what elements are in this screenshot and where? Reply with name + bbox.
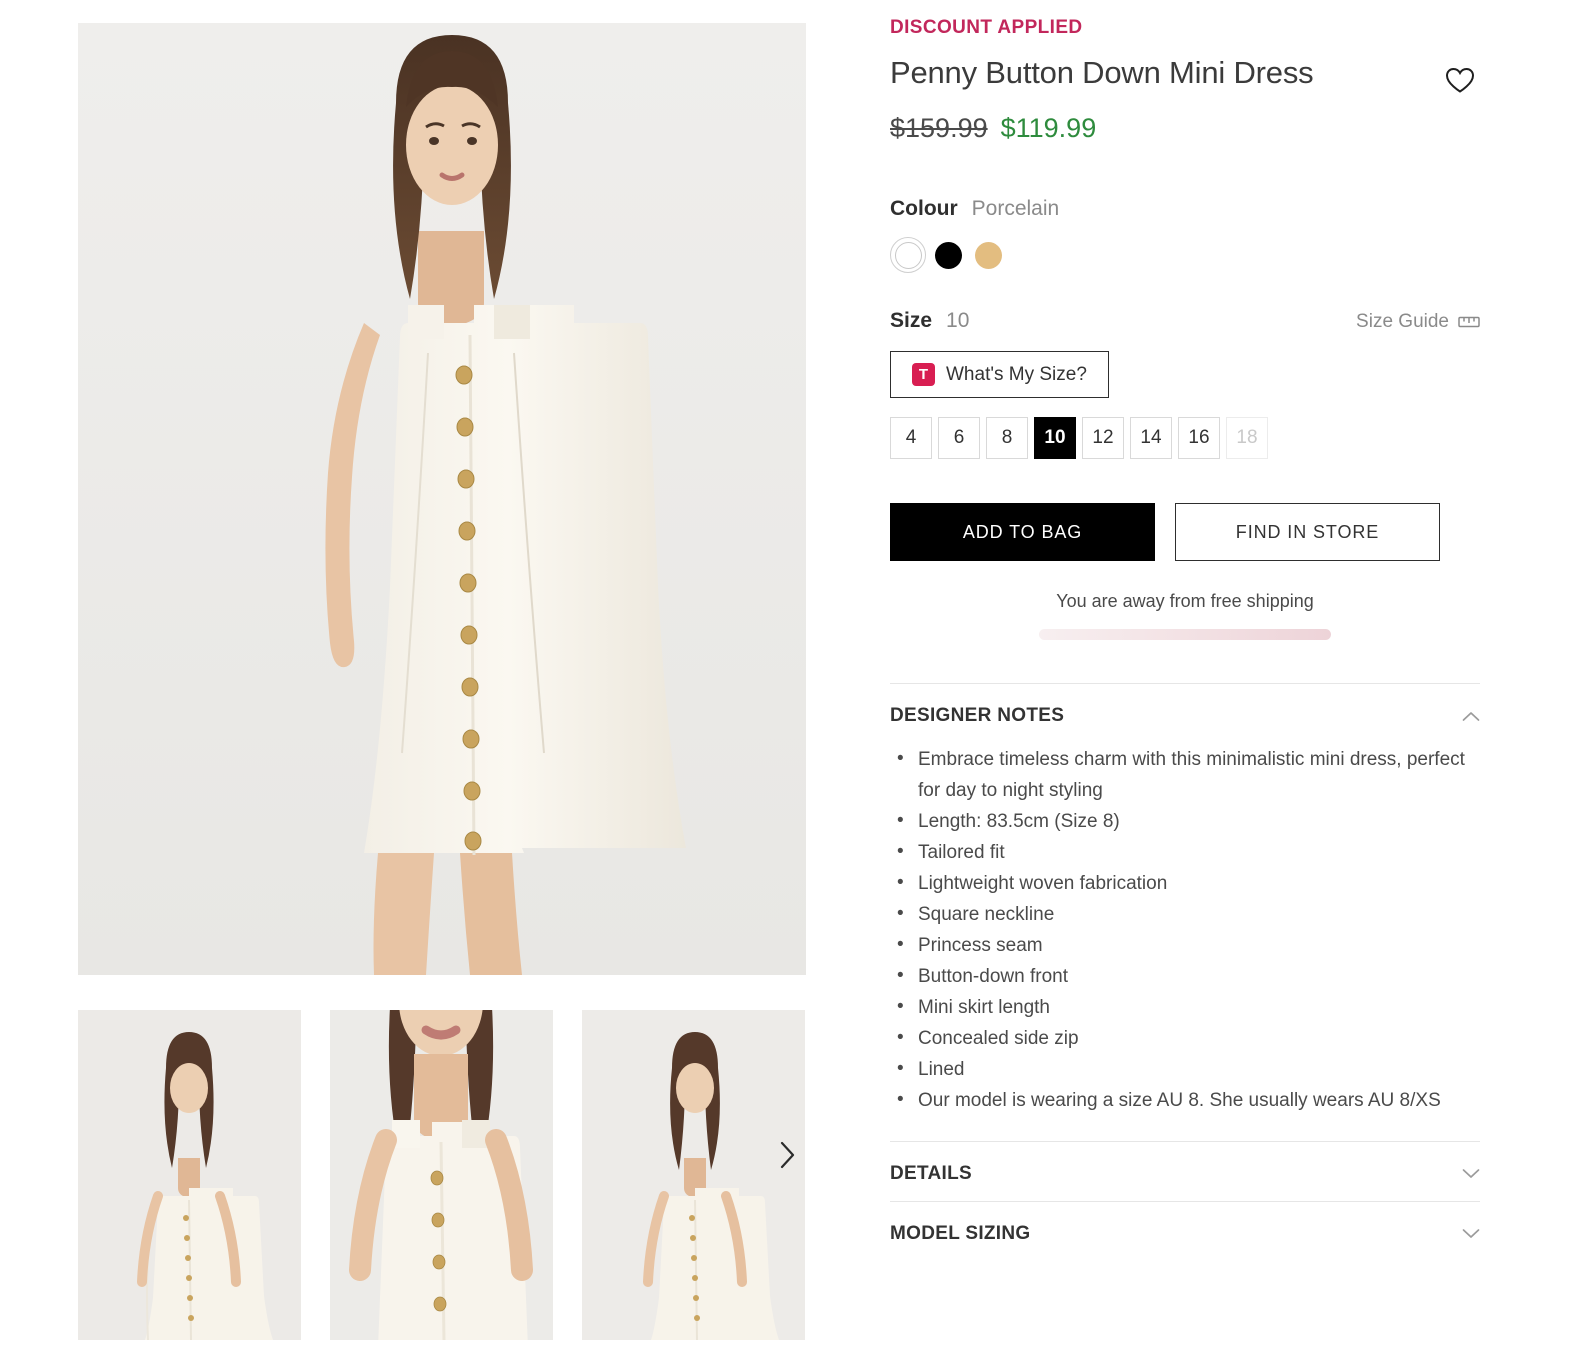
size-label: Size [890, 309, 933, 332]
thumbnail-3[interactable] [582, 1010, 805, 1340]
chevron-down-icon [1462, 1168, 1480, 1179]
colour-swatch-list [890, 237, 1480, 273]
list-item: Lightweight woven fabrication [892, 868, 1480, 900]
list-item: Square neckline [892, 899, 1480, 931]
list-item: Tailored fit [892, 837, 1480, 869]
list-item: Mini skirt length [892, 992, 1480, 1024]
thumbnail-1-image [78, 1010, 301, 1340]
wishlist-button[interactable] [1440, 60, 1480, 100]
add-to-bag-button[interactable]: ADD TO BAG [890, 503, 1155, 561]
thumbnail-2-image [330, 1010, 553, 1340]
thumbnail-2[interactable] [330, 1010, 553, 1340]
size-option-4[interactable]: 4 [890, 417, 932, 459]
accordion-header-details[interactable]: DETAILS [890, 1142, 1480, 1201]
product-detail-page: DISCOUNT APPLIED Penny Button Down Mini … [0, 0, 1595, 1354]
colour-label-row: Colour Porcelain [890, 197, 1480, 221]
colour-swatch-black[interactable] [930, 237, 966, 273]
list-item: Length: 83.5cm (Size 8) [892, 806, 1480, 838]
cta-row: ADD TO BAG FIND IN STORE [890, 503, 1480, 561]
size-guide-label: Size Guide [1356, 311, 1449, 332]
whats-my-size-label: What's My Size? [946, 363, 1087, 385]
colour-selected-value: Porcelain [971, 197, 1060, 220]
gallery-next-button[interactable] [770, 1138, 804, 1172]
chevron-up-icon [1462, 711, 1480, 722]
accordion-header-model-sizing[interactable]: MODEL SIZING [890, 1202, 1480, 1261]
swatch-dot [894, 241, 922, 269]
list-item: Our model is wearing a size AU 8. She us… [892, 1085, 1480, 1117]
swatch-dot [974, 241, 1002, 269]
discount-applied-badge: DISCOUNT APPLIED [890, 17, 1083, 38]
size-option-14[interactable]: 14 [1130, 417, 1172, 459]
colour-swatch-porcelain[interactable] [890, 237, 926, 273]
chevron-down-icon [1462, 1228, 1480, 1239]
list-item: Embrace timeless charm with this minimal… [892, 744, 1480, 807]
product-info-accordion: DESIGNER NOTES Embrace timeless charm wi… [890, 683, 1480, 1261]
size-option-10[interactable]: 10 [1034, 417, 1076, 459]
accordion-header-designer-notes[interactable]: DESIGNER NOTES [890, 684, 1480, 743]
size-section: Size 10 Size Guide T What's My Size? 4 6… [890, 309, 1480, 459]
swatch-dot [934, 241, 962, 269]
heart-icon [1445, 67, 1475, 93]
price-discounted: $119.99 [1000, 113, 1097, 143]
list-item: Concealed side zip [892, 1023, 1480, 1055]
size-option-6[interactable]: 6 [938, 417, 980, 459]
accordion-title: DESIGNER NOTES [890, 705, 1065, 726]
size-option-12[interactable]: 12 [1082, 417, 1124, 459]
list-item: Princess seam [892, 930, 1480, 962]
product-title: Penny Button Down Mini Dress [890, 55, 1314, 90]
size-option-16[interactable]: 16 [1178, 417, 1220, 459]
colour-label: Colour [890, 197, 958, 220]
size-option-18: 18 [1226, 417, 1268, 459]
thumbnail-3-image [582, 1010, 805, 1340]
free-shipping-progress-bar [1039, 629, 1331, 640]
true-fit-t-logo-icon: T [912, 363, 935, 386]
list-item: Button-down front [892, 961, 1480, 993]
list-item: Lined [892, 1054, 1480, 1086]
designer-notes-list: Embrace timeless charm with this minimal… [890, 743, 1480, 1141]
chevron-right-icon [780, 1141, 795, 1169]
accordion-item-details: DETAILS [890, 1140, 1480, 1201]
price-row: $159.99 $119.99 [890, 113, 1480, 144]
free-shipping-message: You are away from free shipping [1056, 591, 1314, 611]
product-details-panel: DISCOUNT APPLIED Penny Button Down Mini … [880, 0, 1595, 1354]
product-gallery [0, 0, 880, 1354]
accordion-title: DETAILS [890, 1162, 972, 1184]
ruler-icon [1458, 316, 1480, 328]
size-option-8[interactable]: 8 [986, 417, 1028, 459]
find-in-store-button[interactable]: FIND IN STORE [1175, 503, 1440, 561]
size-option-list: 4 6 8 10 12 14 16 18 [890, 417, 1480, 459]
whats-my-size-button[interactable]: T What's My Size? [890, 351, 1109, 398]
hero-product-image[interactable] [78, 23, 806, 975]
size-selected-value: 10 [946, 309, 970, 332]
accordion-title: MODEL SIZING [890, 1222, 1031, 1244]
title-row: Penny Button Down Mini Dress [890, 55, 1480, 100]
model-illustration [78, 23, 806, 975]
colour-swatch-tan[interactable] [970, 237, 1006, 273]
accordion-item-model-sizing: MODEL SIZING [890, 1200, 1480, 1261]
size-guide-button[interactable]: Size Guide [1356, 311, 1480, 333]
size-label-row: Size 10 Size Guide [890, 309, 1480, 333]
thumbnail-1[interactable] [78, 1010, 301, 1340]
price-original: $159.99 [890, 113, 988, 143]
accordion-item-designer-notes: DESIGNER NOTES Embrace timeless charm wi… [890, 683, 1480, 1141]
thumbnail-strip [78, 1010, 806, 1340]
